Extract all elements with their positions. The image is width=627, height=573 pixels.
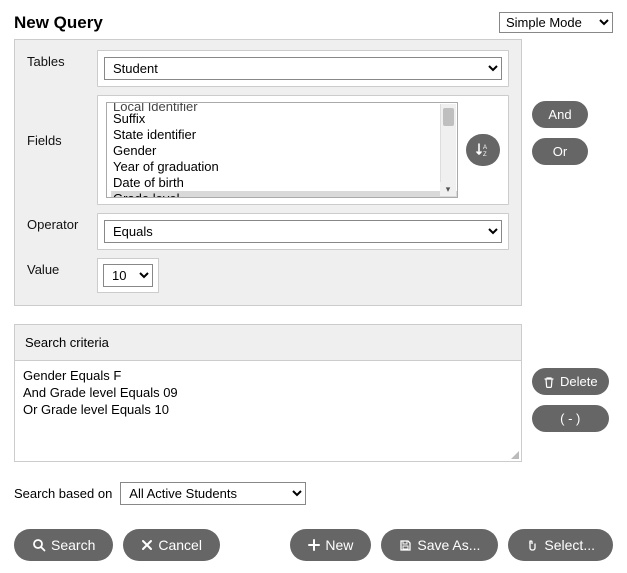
- value-select[interactable]: 10: [103, 264, 153, 287]
- criteria-line: Gender Equals F: [23, 367, 513, 384]
- close-icon: [141, 539, 153, 551]
- cancel-button[interactable]: Cancel: [123, 529, 220, 561]
- new-button[interactable]: New: [290, 529, 371, 561]
- fields-listbox[interactable]: Local Identifier Suffix State identifier…: [106, 102, 458, 198]
- sort-button[interactable]: A Z: [466, 134, 500, 166]
- search-icon: [32, 538, 46, 552]
- save-icon: [399, 539, 412, 552]
- save-as-button[interactable]: Save As...: [381, 529, 498, 561]
- parens-button[interactable]: ( - ): [532, 405, 609, 432]
- based-on-select[interactable]: All Active Students: [120, 482, 306, 505]
- criteria-header: Search criteria: [15, 325, 521, 361]
- field-item[interactable]: Date of birth: [111, 175, 457, 191]
- field-item[interactable]: Gender: [111, 143, 457, 159]
- field-item[interactable]: Suffix: [111, 111, 457, 127]
- field-item[interactable]: Grade level: [111, 191, 457, 198]
- criteria-panel: Search criteria Gender Equals F And Grad…: [14, 324, 522, 462]
- value-label: Value: [19, 258, 97, 277]
- operator-select[interactable]: Equals: [104, 220, 502, 243]
- field-item[interactable]: State identifier: [111, 127, 457, 143]
- pointer-icon: [526, 539, 539, 552]
- based-on-label: Search based on: [14, 486, 112, 501]
- criteria-line: And Grade level Equals 09: [23, 384, 513, 401]
- or-button[interactable]: Or: [532, 138, 588, 165]
- criteria-textarea[interactable]: Gender Equals F And Grade level Equals 0…: [15, 361, 521, 461]
- trash-icon: [543, 376, 555, 388]
- criteria-line: Or Grade level Equals 10: [23, 401, 513, 418]
- scroll-thumb[interactable]: [443, 108, 454, 126]
- fields-label: Fields: [19, 95, 97, 148]
- chevron-down-icon[interactable]: ▾: [440, 182, 456, 196]
- query-builder-panel: Tables Student Fields Local Identifier: [14, 39, 522, 306]
- and-button[interactable]: And: [532, 101, 588, 128]
- resize-handle[interactable]: [509, 449, 519, 459]
- search-button[interactable]: Search: [14, 529, 113, 561]
- svg-text:Z: Z: [483, 152, 487, 158]
- page-title: New Query: [14, 13, 103, 33]
- tables-select[interactable]: Student: [104, 57, 502, 80]
- mode-select[interactable]: Simple Mode: [499, 12, 613, 33]
- svg-text:A: A: [483, 145, 487, 151]
- select-button[interactable]: Select...: [508, 529, 613, 561]
- delete-button[interactable]: Delete: [532, 368, 609, 395]
- tables-label: Tables: [19, 50, 97, 69]
- sort-az-icon: A Z: [475, 142, 491, 158]
- operator-label: Operator: [19, 213, 97, 232]
- field-item[interactable]: Year of graduation: [111, 159, 457, 175]
- field-item[interactable]: Local Identifier: [111, 103, 457, 111]
- plus-icon: [308, 539, 320, 551]
